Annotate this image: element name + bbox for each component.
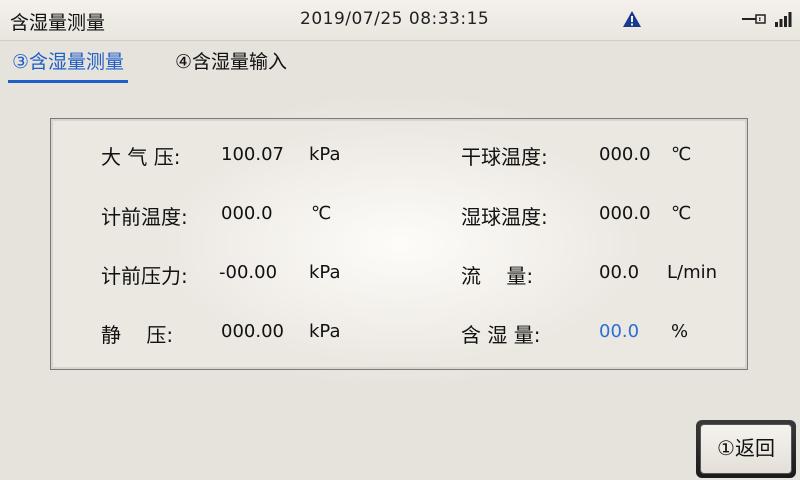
app-title: 含湿量测量 [10,12,106,34]
humidity-label: 含 湿 量: [461,323,541,347]
readings-panel: 大 气 压: 100.07 kPa 计前温度: 000.0 ℃ 计前压力: -0… [50,118,748,370]
signal-icon [775,12,792,27]
wet-bulb-value: 000.0 [599,203,651,224]
static-pressure-unit: kPa [309,321,341,342]
meter-pressure-value: -00.00 [219,262,278,283]
warning-triangle-icon [623,11,641,27]
flow-label: 流 量: [461,264,534,288]
atm-pressure-label: 大 气 压: [101,145,181,169]
usb-icon [742,14,766,24]
flow-value: 00.0 [599,262,640,283]
tab-humidity-input[interactable]: ④含湿量输入 [175,47,287,79]
datetime: 2019/07/25 08:33:15 [300,9,490,29]
top-bar: 含湿量测量 2019/07/25 08:33:15 [0,0,800,41]
atm-pressure-value: 100.07 [221,144,284,165]
back-button-label: ①返回 [700,424,792,474]
static-pressure-value: 000.00 [221,321,284,342]
meter-temp-label: 计前温度: [101,205,188,229]
meter-pressure-unit: kPa [309,262,341,283]
meter-temp-value: 000.0 [221,203,273,224]
humidity-value: 00.0 [599,321,640,342]
humidity-unit: % [671,321,689,342]
flow-unit: L/min [667,262,718,283]
dry-bulb-unit: ℃ [671,144,692,165]
static-pressure-label: 静 压: [101,323,174,347]
atm-pressure-unit: kPa [309,144,341,165]
back-button[interactable]: ①返回 [696,420,796,478]
meter-temp-unit: ℃ [311,203,332,224]
wet-bulb-unit: ℃ [671,203,692,224]
meter-pressure-label: 计前压力: [101,264,188,288]
tab-humidity-measurement[interactable]: ③含湿量测量 [8,47,129,83]
dry-bulb-label: 干球温度: [461,145,548,169]
dry-bulb-value: 000.0 [599,144,651,165]
wet-bulb-label: 湿球温度: [461,205,548,229]
